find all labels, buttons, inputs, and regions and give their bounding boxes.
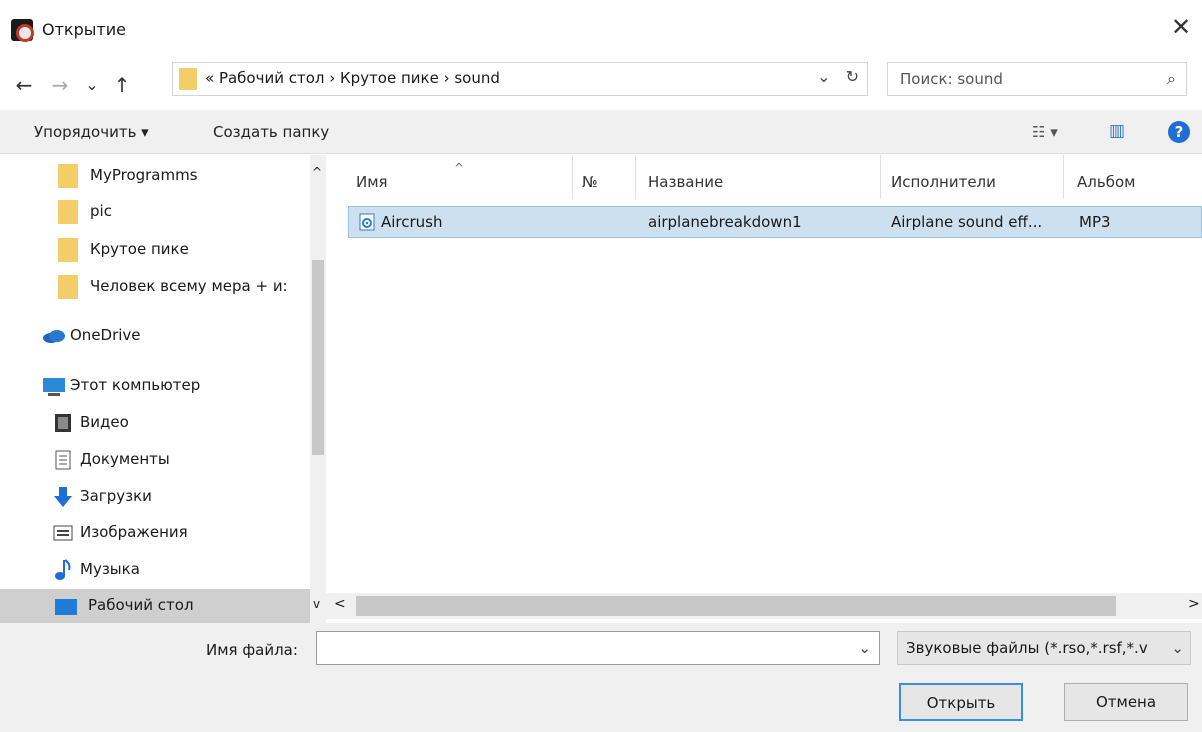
- scroll-down-icon[interactable]: v: [313, 597, 320, 611]
- table-row[interactable]: Aircrush airplanebreakdown1 Airplane sou…: [348, 206, 1202, 238]
- address-bar[interactable]: « Рабочий стол › Крутое пике › sound ⌄ ↻: [172, 62, 868, 96]
- horizontal-scrollbar[interactable]: < >: [326, 593, 1202, 619]
- file-type-filter[interactable]: Звуковые файлы (*.rso,*.rsf,*.v ⌄: [897, 631, 1191, 665]
- sidebar-item-label: MyProgramms: [90, 166, 198, 184]
- file-album: MP3: [1079, 213, 1111, 231]
- sidebar-item-downloads[interactable]: Загрузки: [0, 480, 312, 514]
- computer-icon: [43, 378, 65, 396]
- sidebar-item-label: Документы: [80, 450, 170, 468]
- filename-dropdown-icon[interactable]: ⌄: [858, 639, 871, 657]
- search-input[interactable]: Поиск: sound: [900, 70, 1003, 88]
- sort-ascending-icon: ^: [454, 161, 465, 175]
- sidebar-item-myprogramms[interactable]: MyProgramms: [0, 159, 312, 193]
- search-icon[interactable]: ⌕: [1167, 69, 1176, 89]
- cancel-button[interactable]: Отмена: [1064, 683, 1188, 721]
- filename-input[interactable]: ⌄: [316, 631, 880, 665]
- file-artists: Airplane sound eff...: [891, 213, 1043, 231]
- scroll-left-icon[interactable]: <: [334, 596, 346, 612]
- folder-icon: [58, 275, 78, 299]
- sidebar-item-label: Музыка: [80, 560, 140, 578]
- sidebar-item-onedrive[interactable]: OneDrive: [0, 319, 312, 353]
- video-icon: [55, 414, 71, 432]
- sidebar-item-label: OneDrive: [70, 326, 141, 344]
- preview-pane-icon[interactable]: ▥: [1109, 121, 1125, 141]
- search-box[interactable]: Поиск: sound ⌕: [887, 62, 1187, 96]
- new-folder-button[interactable]: Создать папку: [213, 123, 329, 141]
- music-icon: [55, 559, 71, 580]
- command-bar: Упорядочить ▾ Создать папку ☷ ▾ ▥ ?: [0, 110, 1202, 154]
- window-title: Открытие: [42, 20, 126, 39]
- column-header-album[interactable]: Альбом: [1077, 173, 1135, 191]
- open-button[interactable]: Открыть: [899, 683, 1023, 721]
- filter-dropdown-icon[interactable]: ⌄: [1169, 639, 1184, 657]
- up-button[interactable]: ↑: [108, 72, 136, 98]
- forward-button[interactable]: →: [46, 72, 74, 98]
- organize-button[interactable]: Упорядочить ▾: [34, 123, 149, 141]
- sidebar-item-label: Этот компьютер: [70, 376, 201, 394]
- file-type-value: Звуковые файлы (*.rso,*.rsf,*.v: [906, 639, 1148, 657]
- close-button[interactable]: ✕: [1168, 14, 1194, 40]
- folder-icon: [58, 164, 78, 188]
- address-dropdown-icon[interactable]: ⌄: [817, 67, 830, 86]
- scroll-right-icon[interactable]: >: [1188, 596, 1200, 612]
- help-icon[interactable]: ?: [1168, 121, 1190, 143]
- onedrive-icon: [43, 330, 65, 343]
- documents-icon: [55, 450, 71, 470]
- column-header-title[interactable]: Название: [648, 173, 723, 191]
- column-header-name[interactable]: Имя: [356, 173, 388, 191]
- sidebar-item-documents[interactable]: Документы: [0, 443, 312, 477]
- bottom-panel: Имя файла: ⌄ Звуковые файлы (*.rso,*.rsf…: [0, 623, 1202, 732]
- folder-icon: [58, 200, 78, 224]
- audio-file-icon: [359, 213, 375, 231]
- sidebar-item-label: Крутое пике: [90, 240, 189, 258]
- horizontal-scroll-thumb[interactable]: [356, 596, 1116, 616]
- sidebar-item-music[interactable]: Музыка: [0, 553, 312, 587]
- recent-locations-button[interactable]: ⌄: [80, 72, 104, 98]
- sidebar-item-label: Изображения: [80, 523, 188, 541]
- sidebar-scroll-thumb[interactable]: [312, 260, 324, 455]
- sidebar-item-label: Видео: [80, 413, 129, 431]
- filename-label: Имя файла:: [206, 641, 298, 659]
- downloads-icon: [54, 487, 72, 507]
- scroll-up-icon[interactable]: ^: [312, 165, 322, 179]
- column-divider[interactable]: [572, 155, 573, 199]
- sidebar-item-chelovek[interactable]: Человек всему мера + и:: [0, 270, 312, 304]
- desktop-icon: [55, 599, 77, 615]
- sidebar-item-label: pic: [90, 202, 112, 220]
- sidebar-item-label: Загрузки: [80, 487, 152, 505]
- column-divider[interactable]: [635, 155, 636, 199]
- file-list: ^ Имя № Название Исполнители Альбом Airc…: [330, 155, 1202, 623]
- column-header-number[interactable]: №: [582, 173, 598, 191]
- pictures-icon: [53, 525, 73, 541]
- back-button[interactable]: ←: [10, 72, 38, 98]
- sidebar-item-label: Человек всему мера + и:: [90, 277, 288, 295]
- refresh-icon[interactable]: ↻: [846, 67, 859, 86]
- file-name: Aircrush: [381, 213, 443, 231]
- navigation-pane: MyProgramms pic Крутое пике Человек всем…: [0, 155, 326, 623]
- sidebar-item-pic[interactable]: pic: [0, 195, 312, 229]
- folder-icon: [179, 68, 197, 90]
- column-header-artists[interactable]: Исполнители: [891, 173, 996, 191]
- sidebar-scrollbar[interactable]: ^ v: [310, 155, 326, 623]
- file-title: airplanebreakdown1: [648, 213, 802, 231]
- sidebar-item-desktop[interactable]: Рабочий стол: [0, 589, 312, 623]
- view-options-icon[interactable]: ☷ ▾: [1032, 123, 1058, 141]
- sidebar-item-this-pc[interactable]: Этот компьютер: [0, 369, 312, 403]
- column-divider[interactable]: [1063, 155, 1064, 199]
- app-icon: [11, 19, 34, 42]
- breadcrumb[interactable]: « Рабочий стол › Крутое пике › sound: [205, 69, 500, 87]
- column-divider[interactable]: [880, 155, 881, 199]
- address-controls: ⌄ ↻: [817, 67, 859, 86]
- folder-icon: [58, 238, 78, 262]
- title-bar: Открытие ✕: [0, 0, 1202, 56]
- sidebar-item-label: Рабочий стол: [88, 596, 194, 614]
- sidebar-item-video[interactable]: Видео: [0, 406, 312, 440]
- sidebar-item-pictures[interactable]: Изображения: [0, 516, 312, 550]
- sidebar-item-krutoe-pike[interactable]: Крутое пике: [0, 233, 312, 267]
